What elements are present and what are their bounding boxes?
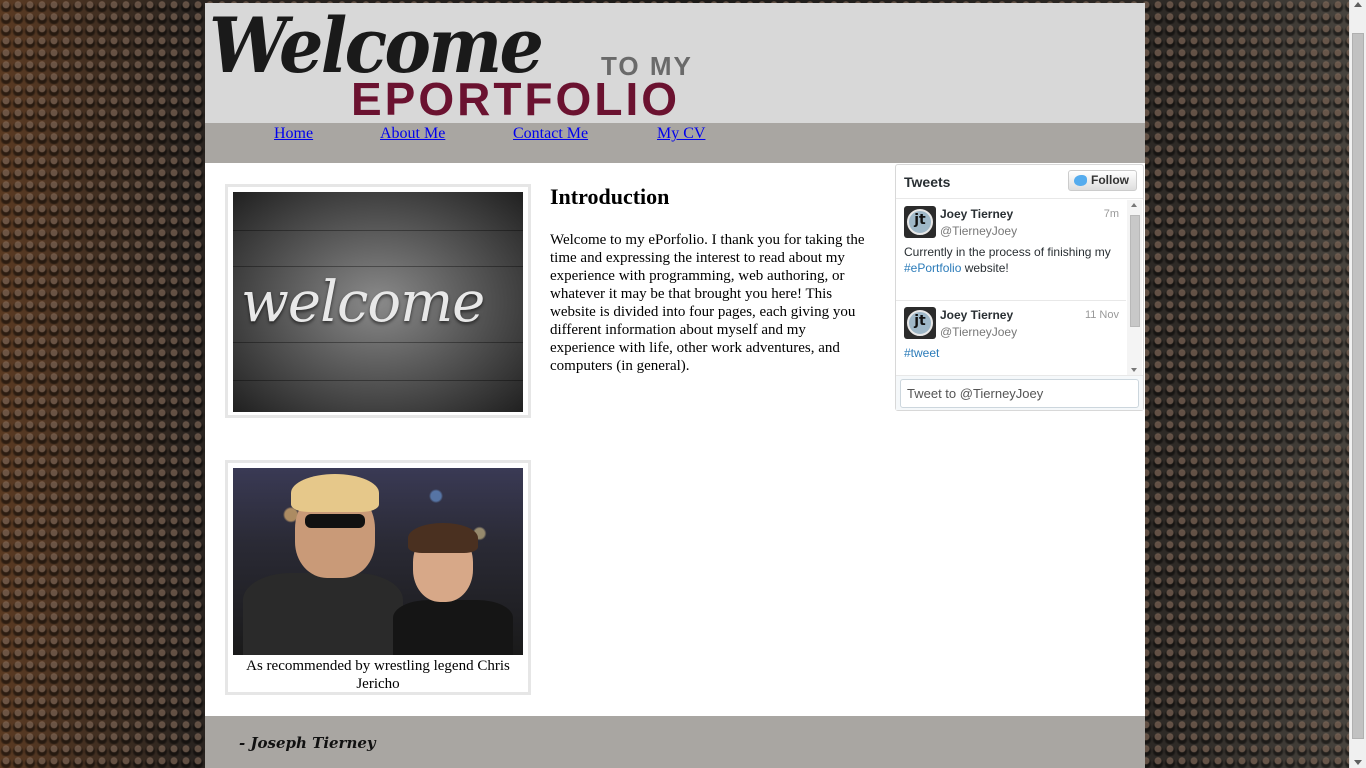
- scroll-down-arrow-icon[interactable]: [1131, 368, 1137, 372]
- page-scroll-thumb[interactable]: [1352, 33, 1364, 739]
- avatar[interactable]: jt: [904, 307, 936, 339]
- twitter-title: Tweets: [904, 174, 951, 190]
- photo-caption: As recommended by wrestling legend Chris…: [246, 658, 510, 692]
- nav-link-about-me[interactable]: About Me: [380, 125, 445, 143]
- nav-link-home[interactable]: Home: [274, 125, 313, 143]
- tweet-to-input[interactable]: [900, 379, 1139, 408]
- nav-link-contact-me[interactable]: Contact Me: [513, 125, 588, 143]
- tweet-timestamp[interactable]: 7m: [1104, 208, 1119, 220]
- follow-label: Follow: [1091, 173, 1129, 187]
- page-scrollbar[interactable]: [1349, 0, 1366, 768]
- tweet-item[interactable]: jt Joey Tierney @TierneyJoey 11 Nov #twe…: [896, 301, 1126, 375]
- tweet-author-handle[interactable]: @TierneyJoey: [940, 224, 1017, 238]
- twitter-timeline-scrollbar[interactable]: [1127, 200, 1142, 375]
- intro-heading: Introduction: [550, 184, 670, 209]
- twitter-compose-bar: [896, 375, 1143, 410]
- welcome-image: welcome: [233, 192, 523, 412]
- twitter-scroll-thumb[interactable]: [1130, 215, 1140, 327]
- tweet-author-name[interactable]: Joey Tierney: [940, 308, 1013, 322]
- tweet-author-name[interactable]: Joey Tierney: [940, 207, 1013, 221]
- tweet-item[interactable]: jt Joey Tierney @TierneyJoey 7m Currentl…: [896, 200, 1126, 301]
- logo-eportfolio-text: EPORTFOLIO: [351, 73, 680, 125]
- tweet-text: #tweet: [904, 345, 1120, 361]
- twitter-bird-icon: [1074, 175, 1087, 186]
- tweet-author-handle[interactable]: @TierneyJoey: [940, 325, 1017, 339]
- intro-paragraph: Welcome to my ePorfolio. I thank you for…: [550, 232, 865, 374]
- nav-bar: Home About Me Contact Me My CV: [205, 123, 1145, 163]
- welcome-photo-frame: welcome: [225, 184, 531, 418]
- jericho-photo: [233, 468, 523, 655]
- tweet-hashtag-link[interactable]: #tweet: [904, 346, 939, 360]
- nav-link-my-cv[interactable]: My CV: [657, 125, 705, 143]
- jericho-photo-frame: As recommended by wrestling legend Chris…: [225, 460, 531, 695]
- tweet-text: Currently in the process of finishing my…: [904, 245, 1111, 275]
- tweet-timestamp[interactable]: 11 Nov: [1085, 309, 1119, 321]
- scroll-up-arrow-icon[interactable]: [1131, 203, 1137, 207]
- footer-bar: - Joseph Tierney: [205, 716, 1145, 768]
- page-container: Welcome TO MY EPORTFOLIO Home About Me C…: [205, 1, 1145, 768]
- scroll-down-arrow-icon[interactable]: [1354, 760, 1362, 765]
- twitter-widget: Tweets Follow jt Joey Tierney @TierneyJo…: [895, 164, 1144, 411]
- footer-signature: - Joseph Tierney: [239, 734, 376, 752]
- welcome-image-word: welcome: [241, 270, 485, 335]
- tweet-hashtag-link[interactable]: #ePortfolio: [904, 261, 961, 275]
- avatar[interactable]: jt: [904, 206, 936, 238]
- twitter-follow-button[interactable]: Follow: [1068, 170, 1137, 191]
- twitter-header: Tweets Follow: [896, 165, 1143, 199]
- header-banner: Welcome TO MY EPORTFOLIO: [205, 1, 1145, 125]
- scroll-up-arrow-icon[interactable]: [1354, 2, 1362, 7]
